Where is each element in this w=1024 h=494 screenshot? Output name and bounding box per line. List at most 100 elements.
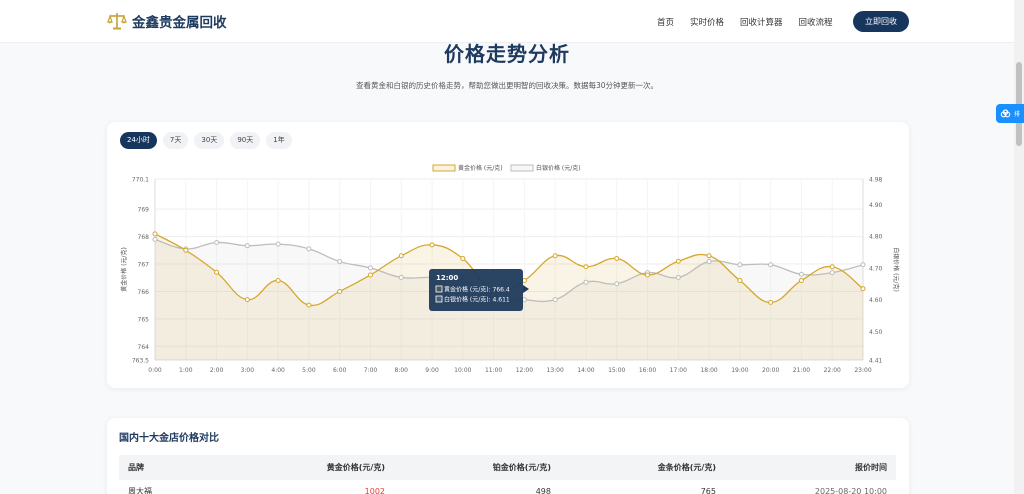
cloud-icon <box>1000 109 1011 118</box>
gold-point <box>337 288 343 294</box>
silver-point <box>214 240 220 246</box>
y-left-tick-label: 769 <box>138 207 150 214</box>
tooltip-title: 12:00 <box>436 274 458 282</box>
top-navbar: 金鑫贵金属回收 首页 实时价格 回收计算器 回收流程 立即回收 <box>0 0 1014 43</box>
th-brand: 品牌 <box>128 463 144 472</box>
gold-point <box>737 277 743 283</box>
x-tick-label: 1:00 <box>179 367 193 374</box>
gold-point <box>398 253 404 259</box>
price-trend-chart[interactable]: 770.1 769 768 767 766 765 764 763.5 4.98 4.90 4.80… <box>107 122 909 388</box>
y-left-tick-label: 764 <box>138 344 150 351</box>
cell-brand: 周大福 <box>128 487 152 494</box>
x-tick-label: 11:00 <box>485 367 502 374</box>
scale-icon <box>107 13 127 30</box>
tooltip-swatch-gold <box>435 285 443 293</box>
price-trend-card: 24小时 7天 30天 90天 1年 770.1 769 768 767 766 765 7… <box>107 122 909 388</box>
silver-point <box>367 265 373 271</box>
x-tick-label: 18:00 <box>700 367 717 374</box>
silver-point <box>737 262 743 268</box>
cell-gold: 1002 <box>364 487 385 494</box>
gold-point <box>645 272 651 278</box>
x-tick-label: 12:00 <box>516 367 533 374</box>
x-tick-label: 22:00 <box>824 367 841 374</box>
tooltip-line-gold: 黄金价格 (元/克): 766.4 <box>444 286 510 294</box>
x-tick-label: 7:00 <box>364 367 378 374</box>
nav-calculator[interactable]: 回收计算器 <box>740 16 783 28</box>
floating-button-label: 排 <box>1014 111 1021 118</box>
gold-point <box>798 277 804 283</box>
gold-point <box>275 277 281 283</box>
nav-live-price[interactable]: 实时价格 <box>690 16 724 28</box>
th-bar: 金条价格(元/克) <box>657 463 716 472</box>
x-tick-label: 13:00 <box>547 367 564 374</box>
table-row[interactable]: 周大福 1002 498 765 2025-08-20 10:00 <box>119 485 896 494</box>
x-tick-label: 6:00 <box>333 367 347 374</box>
silver-point <box>583 279 589 285</box>
y-right-tick-label: 4.80 <box>869 234 883 241</box>
store-comparison-card: 国内十大金店价格对比 品牌 黄金价格(元/克) 铂金价格(元/克) 金条价格(元… <box>107 418 909 494</box>
gold-point <box>675 258 681 264</box>
x-tick-label: 3:00 <box>241 367 255 374</box>
page-subtitle: 查看黄金和白银的历史价格走势，帮助您做出更明智的回收决策。数据每30分钟更新一次… <box>355 81 659 90</box>
legend-label-silver: 白银价格 (元/克) <box>536 164 581 172</box>
legend-swatch-silver <box>510 164 534 172</box>
recycle-now-button[interactable]: 立即回收 <box>853 11 909 32</box>
silver-point <box>306 246 312 252</box>
tooltip-swatch-silver <box>435 295 443 303</box>
gold-point <box>706 253 712 259</box>
th-platinum: 铂金价格(元/克) <box>492 463 551 472</box>
gold-point <box>367 272 373 278</box>
cell-platinum: 498 <box>535 487 551 494</box>
x-tick-label: 21:00 <box>793 367 810 374</box>
gold-point <box>244 297 250 303</box>
silver-point <box>244 243 250 249</box>
silver-point <box>614 281 620 287</box>
legend-swatch-gold <box>432 164 456 172</box>
cell-time: 2025-08-20 10:00 <box>814 487 887 494</box>
silver-point <box>675 274 681 280</box>
y-right-tick-label: 4.90 <box>869 202 883 209</box>
x-tick-label: 0:00 <box>148 367 162 374</box>
brand-name: 金鑫贵金属回收 <box>132 15 227 31</box>
y-left-tick-label: 766 <box>138 289 150 296</box>
gold-point <box>860 286 866 292</box>
x-tick-label: 17:00 <box>670 367 687 374</box>
th-time: 报价时间 <box>855 463 887 472</box>
x-tick-label: 23:00 <box>854 367 871 374</box>
brand-logo[interactable]: 金鑫贵金属回收 <box>107 11 227 31</box>
gold-point <box>306 302 312 308</box>
x-tick-label: 2:00 <box>210 367 224 374</box>
floating-tool-button[interactable]: 排 <box>996 104 1024 123</box>
y-left-tick-label: 768 <box>138 234 150 241</box>
silver-point <box>860 262 866 268</box>
y-right-tick-label: 4.41 <box>869 358 883 365</box>
silver-point <box>706 259 712 265</box>
silver-point <box>337 259 343 265</box>
table-header: 品牌 黄金价格(元/克) 铂金价格(元/克) 金条价格(元/克) 报价时间 <box>119 455 896 480</box>
x-tick-label: 14:00 <box>577 367 594 374</box>
gold-point <box>614 256 620 262</box>
tooltip-line-silver: 白银价格 (元/克): 4.611 <box>444 296 510 304</box>
silver-point <box>829 270 835 276</box>
gold-point <box>183 247 189 253</box>
cell-bar: 765 <box>700 487 716 494</box>
silver-point <box>552 297 558 303</box>
y-left-axis-title: 黄金价格 (元/克) <box>120 247 128 292</box>
comparison-title: 国内十大金店价格对比 <box>119 433 219 444</box>
y-right-tick-label: 4.50 <box>869 329 883 336</box>
y-right-axis-title: 白银价格 (元/克) <box>892 247 900 292</box>
silver-point <box>768 262 774 268</box>
x-tick-label: 15:00 <box>608 367 625 374</box>
y-left-tick-label: 767 <box>138 262 150 269</box>
y-right-tick-label: 4.60 <box>869 297 883 304</box>
nav-process[interactable]: 回收流程 <box>799 16 833 28</box>
gold-point <box>583 264 589 270</box>
gold-point <box>552 253 558 259</box>
y-right-tick-label: 4.98 <box>869 177 883 184</box>
gold-point <box>829 264 835 270</box>
th-gold: 黄金价格(元/克) <box>326 463 385 472</box>
nav-home[interactable]: 首页 <box>657 16 674 28</box>
x-tick-label: 5:00 <box>302 367 316 374</box>
gold-point <box>214 269 220 275</box>
silver-point <box>275 241 281 247</box>
